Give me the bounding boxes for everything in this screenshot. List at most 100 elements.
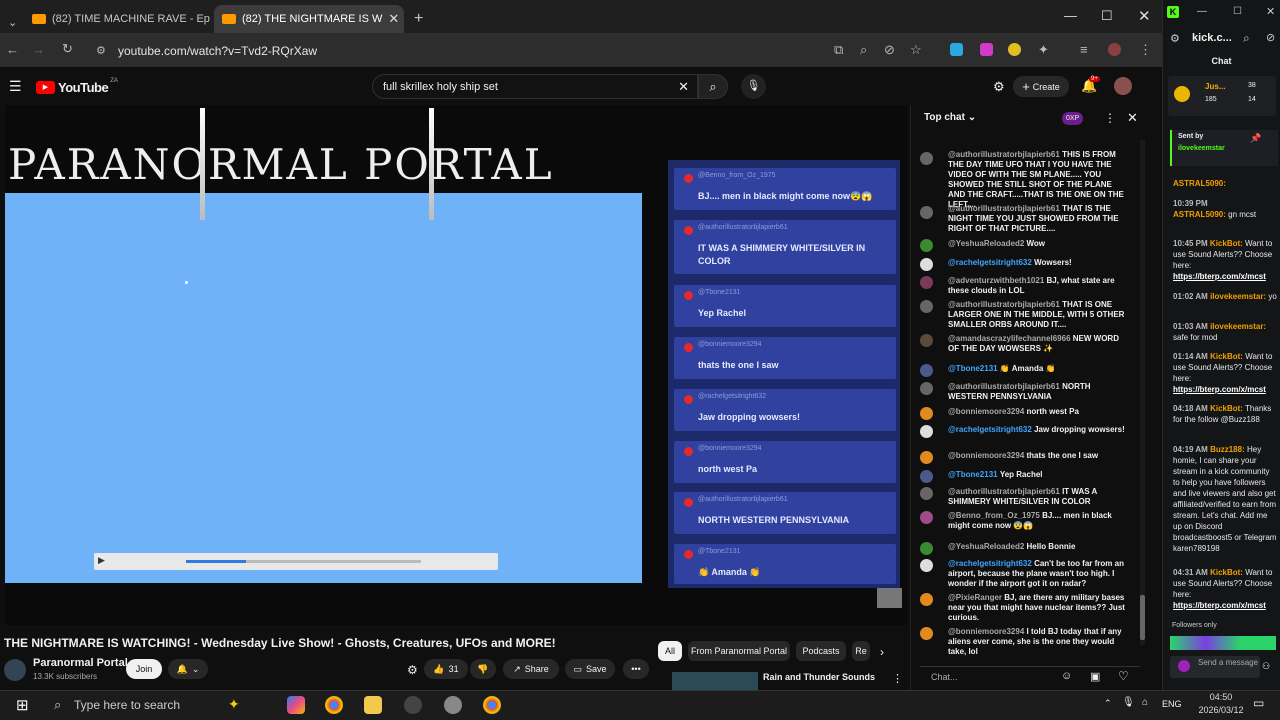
filter-chip-more[interactable]: Re (852, 641, 870, 661)
taskbar-clock[interactable]: 04:50 2026/03/12 (1196, 691, 1246, 717)
kick-link[interactable]: https://bterp.com/x/mcst (1173, 385, 1266, 394)
tray-chevron-icon[interactable]: ⌃ (1104, 698, 1112, 709)
kick-link[interactable]: https://bterp.com/x/mcst (1173, 601, 1266, 610)
chevron-right-icon[interactable]: › (880, 645, 884, 659)
chat-input[interactable]: Chat... (931, 672, 958, 682)
create-button[interactable]: + Create (1013, 76, 1069, 97)
search-button[interactable]: ⌕ (698, 74, 728, 99)
chat-user[interactable]: @authorillustratorbjlapierb61 (948, 300, 1060, 309)
back-icon[interactable]: ← (6, 42, 19, 57)
channel-name[interactable]: Paranormal Portal (33, 657, 128, 669)
eye-off-icon[interactable]: ⊘ (1266, 31, 1275, 44)
maximize-icon[interactable]: ☐ (1101, 8, 1113, 24)
chat-user[interactable]: @Tbone2131 (948, 470, 998, 479)
users-icon[interactable]: ⚇ (1262, 661, 1270, 672)
related-thumbnail[interactable] (672, 672, 758, 690)
extension-icon[interactable] (980, 43, 993, 56)
chat-mode-dropdown[interactable]: Top chat ⌄ (924, 112, 976, 123)
kick-user[interactable]: KickBot: (1210, 239, 1243, 248)
browser-tab-1[interactable]: (82) TIME MACHINE RAVE - Ep ✕ (24, 5, 210, 33)
chat-user[interactable]: @bonniemoore3294 (948, 627, 1024, 636)
chat-user[interactable]: @adventurzwithbeth1021 (948, 276, 1044, 285)
chat-user[interactable]: @rachelgetsitright632 (948, 559, 1032, 568)
like-button[interactable]: 👍 31 (424, 659, 468, 679)
kick-link[interactable]: https://bterp.com/x/mcst (1173, 272, 1266, 281)
close-tab-icon[interactable]: ✕ (382, 11, 399, 27)
site-settings-icon[interactable]: ⚙ (1170, 32, 1180, 45)
chrome-icon[interactable] (325, 696, 343, 714)
subscribed-bell-button[interactable]: 🔔 ⌄ (168, 659, 208, 679)
chat-user[interactable]: @amandascrazylifechannel6966 (948, 334, 1071, 343)
kick-user[interactable]: KickBot: (1210, 404, 1243, 413)
kick-user[interactable]: ASTRAL5090: (1173, 210, 1226, 219)
chat-user[interactable]: @rachelgetsitright632 (948, 425, 1032, 434)
chat-user[interactable]: @YeshuaReloaded2 (948, 542, 1024, 551)
superchat-icon[interactable]: ▣ (1090, 670, 1100, 683)
related-more-icon[interactable]: ⋮ (892, 672, 903, 685)
maximize-icon[interactable]: ☐ (1233, 6, 1242, 17)
browser-tab-2[interactable]: (82) THE NIGHTMARE IS W ✕ (214, 5, 404, 33)
chat-user[interactable]: @bonniemoore3294 (948, 451, 1024, 460)
chat-user[interactable]: @Tbone2131 (948, 364, 998, 373)
network-icon[interactable]: ⌂ (1142, 697, 1148, 708)
kick-user[interactable]: ASTRAL5090: (1173, 179, 1226, 188)
close-window-icon[interactable]: ✕ (1138, 7, 1151, 25)
close-window-icon[interactable]: ✕ (1266, 5, 1275, 18)
url-field[interactable]: ⚙ youtube.com/watch?v=Tvd2-RQrXaw (90, 39, 830, 62)
kick-user[interactable]: KickBot: (1210, 352, 1243, 361)
chat-user[interactable]: @authorillustratorbjlapierb61 (948, 150, 1060, 159)
sidebar-icon[interactable]: ≡ (1080, 42, 1088, 57)
chat-user[interactable]: @bonniemoore3294 (948, 407, 1024, 416)
kick-url[interactable]: kick.c... (1192, 32, 1232, 44)
account-avatar[interactable] (1114, 77, 1132, 95)
cast-icon[interactable]: ⧉ (834, 42, 843, 58)
kick-user[interactable]: Buzz188: (1210, 445, 1245, 454)
more-actions-button[interactable]: ••• (623, 659, 649, 679)
clear-search-icon[interactable]: ✕ (678, 79, 689, 95)
chat-user[interactable]: @YeshuaReloaded2 (948, 239, 1024, 248)
extensions-puzzle-icon[interactable]: ✦ (1038, 42, 1049, 58)
emoji-icon[interactable]: ☺ (1061, 670, 1072, 682)
extension-icon[interactable] (1008, 43, 1021, 56)
dislike-button[interactable]: 👎 (470, 659, 496, 679)
kick-user[interactable]: ilovekeemstar: (1210, 322, 1266, 331)
zoom-icon[interactable]: ⌕ (860, 42, 867, 58)
minimize-icon[interactable]: — (1064, 8, 1077, 23)
gear-icon[interactable]: ⚙ (993, 79, 1005, 95)
copilot-icon[interactable] (287, 696, 305, 714)
notification-center-icon[interactable]: ▭ (1253, 696, 1264, 710)
tab-list-chevron-icon[interactable]: ⌄ (0, 8, 20, 36)
filter-chip-channel[interactable]: From Paranormal Portal (688, 641, 790, 661)
chat-user[interactable]: @Benno_from_Oz_1975 (948, 511, 1040, 520)
taskbar-search-input[interactable]: ⌕ Type here to search (48, 694, 258, 716)
chat-user[interactable]: @authorillustratorbjlapierb61 (948, 382, 1060, 391)
windows-start-icon[interactable]: ⊞ (16, 696, 29, 714)
kick-chat-tab[interactable]: Chat (1163, 56, 1280, 66)
chat-user[interactable]: @PixieRanger (948, 593, 1002, 602)
chrome-icon[interactable] (483, 696, 501, 714)
forward-icon[interactable]: → (32, 42, 45, 57)
language-indicator[interactable]: ENG (1162, 699, 1182, 709)
search-input[interactable]: full skrillex holy ship set ✕ (372, 74, 698, 99)
close-chat-icon[interactable]: ✕ (1127, 110, 1138, 126)
save-button[interactable]: ▭ Save (565, 659, 615, 679)
chat-user[interactable]: @rachelgetsitright632 (948, 258, 1032, 267)
emote-row[interactable] (1170, 636, 1276, 650)
zoom-icon[interactable]: ⌕ (1243, 31, 1250, 46)
hamburger-menu-icon[interactable]: ☰ (9, 78, 22, 95)
related-title[interactable]: Rain and Thunder Sounds (763, 672, 875, 682)
kick-user[interactable]: KickBot: (1210, 568, 1243, 577)
filter-chip-all[interactable]: All (658, 641, 682, 661)
extension-icon[interactable] (950, 43, 963, 56)
chat-user[interactable]: @authorillustratorbjlapierb61 (948, 204, 1060, 213)
filter-chip-podcasts[interactable]: Podcasts (796, 641, 846, 661)
menu-dots-icon[interactable]: ⋮ (1139, 42, 1152, 58)
reload-icon[interactable]: ↻ (62, 41, 73, 57)
minimize-icon[interactable]: — (1197, 6, 1207, 17)
file-explorer-icon[interactable] (364, 696, 382, 714)
site-info-icon[interactable]: ⚙ (96, 44, 106, 57)
superchat-icon[interactable]: ⚙ (407, 663, 418, 677)
eye-off-icon[interactable]: ⊘ (884, 42, 895, 58)
chat-menu-icon[interactable]: ⋮ (1104, 111, 1116, 125)
points-badge[interactable]: 0XP (1062, 112, 1084, 125)
